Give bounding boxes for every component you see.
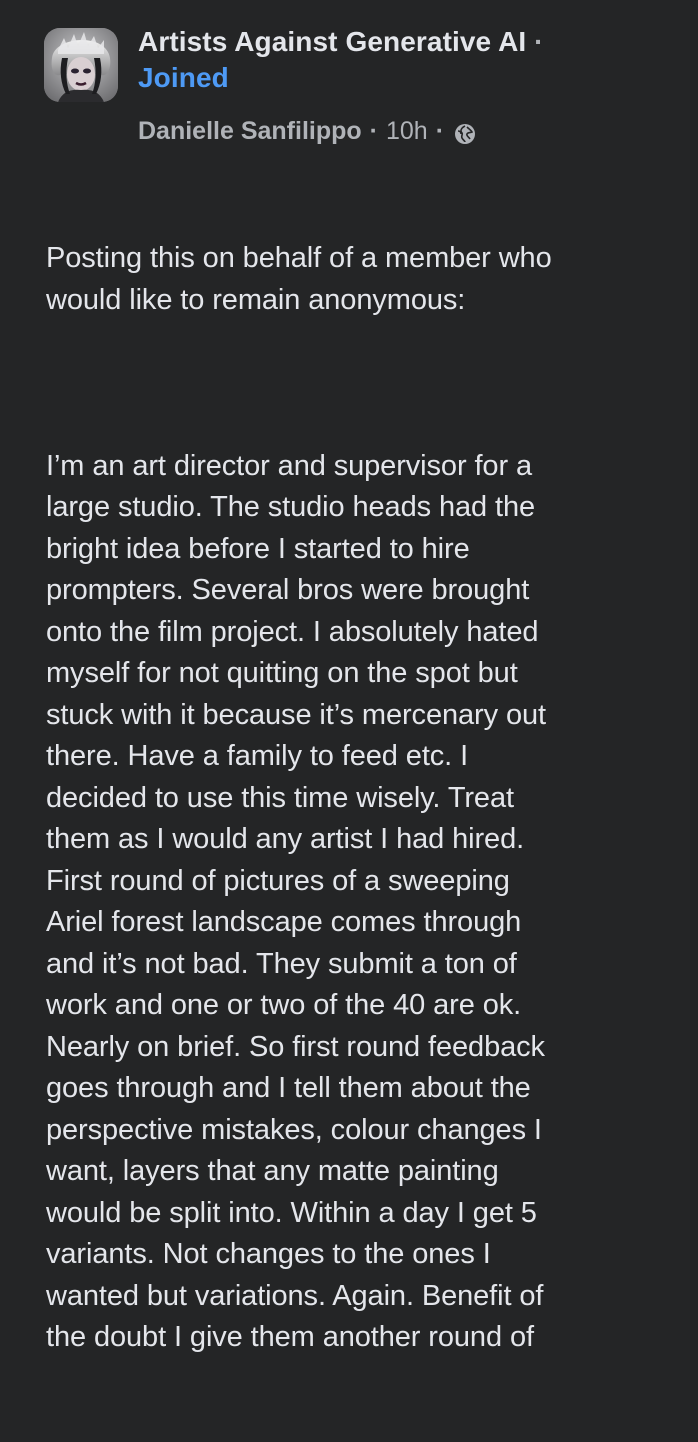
header-separator: · — [534, 26, 544, 57]
meta-separator: · — [369, 117, 378, 145]
post-intro-paragraph: Posting this on behalf of a member who w… — [46, 242, 552, 316]
group-name-link[interactable]: Artists Against Generative AI — [138, 26, 526, 57]
post-meta: Danielle Sanfilippo · 10h · — [138, 114, 476, 148]
post-timestamp[interactable]: 10h — [386, 114, 428, 148]
avatar-image — [44, 28, 118, 102]
group-avatar[interactable] — [44, 28, 118, 102]
post-main-paragraph: I’m an art director and supervisor for a… — [46, 449, 546, 1354]
globe-icon[interactable] — [454, 120, 476, 144]
post-body: Posting this on behalf of a member who w… — [46, 155, 676, 1442]
post-header: Artists Against Generative AI · Joined — [138, 24, 678, 96]
meta-separator-2: · — [435, 117, 445, 145]
group-post: Artists Against Generative AI · Joined D… — [0, 0, 698, 1353]
author-name-link[interactable]: Danielle Sanfilippo — [138, 114, 362, 148]
joined-status-button[interactable]: Joined — [138, 60, 678, 96]
